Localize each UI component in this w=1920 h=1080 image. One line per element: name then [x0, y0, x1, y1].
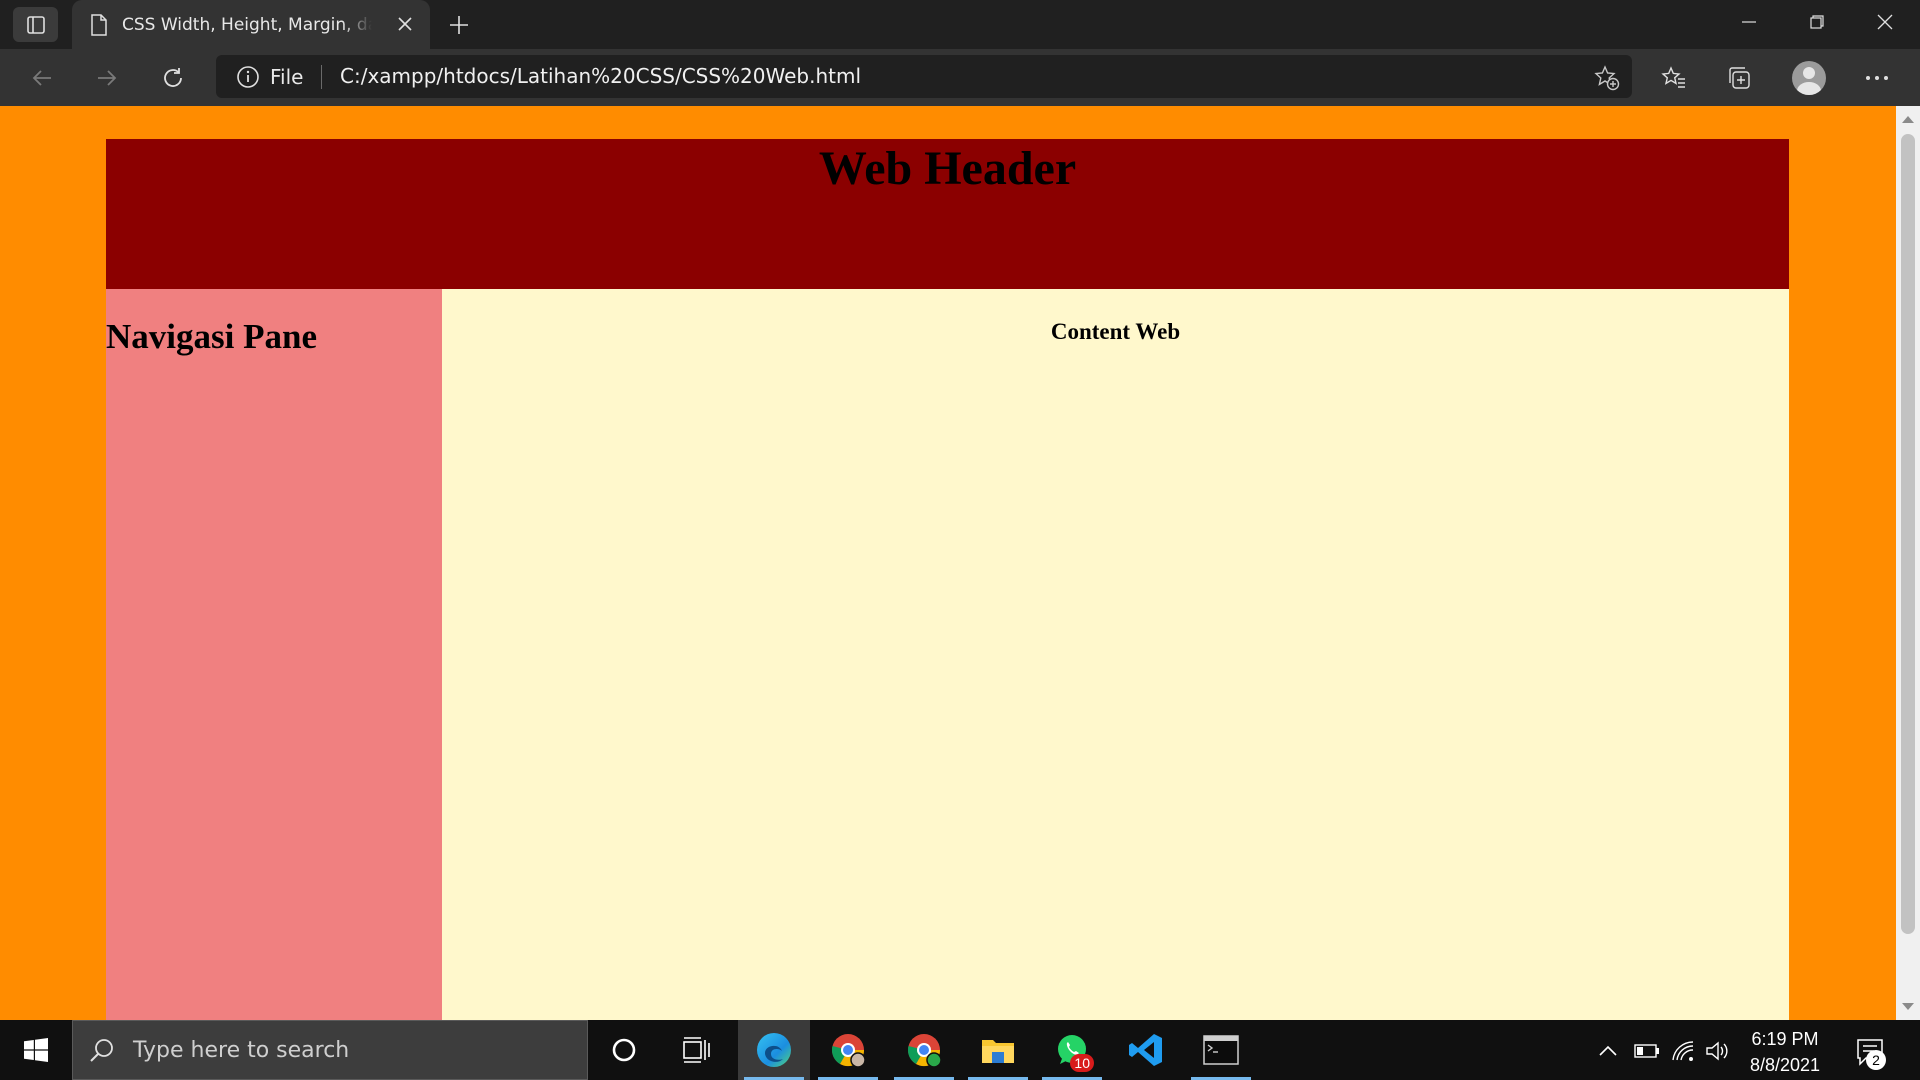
restore-button[interactable] [1783, 0, 1851, 44]
file-scheme-label: File [270, 65, 304, 89]
volume-button[interactable] [1702, 1036, 1732, 1066]
close-icon [398, 17, 412, 31]
scroll-down-arrow[interactable] [1902, 1003, 1914, 1010]
back-button[interactable] [21, 57, 63, 99]
taskbar-search-box[interactable]: Type here to search [72, 1020, 588, 1080]
arrow-right-icon [98, 70, 117, 86]
close-window-button[interactable] [1851, 0, 1919, 44]
chrome-icon [831, 1034, 866, 1068]
browser-toolbar: File C:/xampp/htdocs/Latihan%20CSS/CSS%2… [0, 49, 1920, 106]
task-view-button[interactable] [660, 1020, 732, 1080]
search-icon [90, 1039, 113, 1062]
edge-icon [757, 1033, 791, 1067]
battery-icon [1634, 1044, 1659, 1058]
refresh-button[interactable] [152, 57, 194, 99]
forward-button[interactable] [86, 57, 128, 99]
tab-actions-icon [26, 15, 45, 34]
chevron-up-icon [1599, 1045, 1617, 1056]
taskbar-file-explorer[interactable] [962, 1020, 1034, 1080]
taskbar-edge[interactable] [738, 1020, 810, 1080]
cortana-icon [612, 1038, 636, 1062]
tab-active[interactable]: CSS Width, Height, Margin, dan Padding [72, 0, 430, 49]
refresh-icon [164, 68, 182, 87]
vertical-scrollbar[interactable] [1896, 106, 1920, 1020]
task-view-icon [683, 1037, 710, 1063]
more-options-button[interactable] [1856, 57, 1898, 99]
start-button[interactable] [0, 1020, 72, 1080]
minimize-icon [1742, 21, 1756, 23]
system-clock[interactable]: 6:19 PM 8/8/2021 [1740, 1026, 1830, 1078]
taskbar-whatsapp[interactable]: 10 [1036, 1020, 1108, 1080]
page-icon [91, 13, 107, 36]
clock-date: 8/8/2021 [1749, 1055, 1821, 1075]
terminal-icon [1203, 1035, 1239, 1065]
tab-title: CSS Width, Height, Margin, dan Padding [122, 14, 372, 35]
page-viewport: Web Header Navigasi Pane Content Web [0, 106, 1896, 1020]
scroll-thumb[interactable] [1901, 134, 1915, 934]
avatar [1792, 61, 1826, 95]
web-header-title: Web Header [818, 142, 1077, 195]
whatsapp-badge: 10 [1070, 1054, 1094, 1072]
windows-icon [24, 1038, 48, 1062]
taskbar-chrome-profile[interactable] [812, 1020, 884, 1080]
title-bar: CSS Width, Height, Margin, dan Padding [0, 0, 1920, 49]
clock-time: 6:19 PM [1751, 1029, 1819, 1049]
favorites-icon [1661, 66, 1685, 88]
taskbar-vscode[interactable] [1110, 1020, 1182, 1080]
navigation-pane: Navigasi Pane [106, 289, 442, 1020]
close-icon [1877, 14, 1893, 30]
show-hidden-icons-button[interactable] [1593, 1036, 1623, 1066]
star-add-icon [1594, 65, 1620, 91]
search-placeholder: Type here to search [133, 1037, 350, 1063]
info-icon [237, 66, 259, 88]
navigation-pane-title: Navigasi Pane [106, 317, 317, 356]
plus-icon [450, 16, 468, 34]
vscode-icon [1129, 1034, 1162, 1066]
tab-actions-button[interactable] [13, 7, 58, 42]
content-pane: Content Web [442, 289, 1789, 1020]
taskbar: Type here to search 10 6:19 PM 8/8/2021 … [0, 1020, 1920, 1080]
chrome-icon [907, 1034, 942, 1068]
tab-close-button[interactable] [394, 13, 416, 35]
url-text[interactable]: C:/xampp/htdocs/Latihan%20CSS/CSS%20Web.… [340, 64, 861, 88]
collections-button[interactable] [1719, 57, 1761, 99]
collections-icon [1729, 67, 1750, 89]
profile-button[interactable] [1788, 57, 1830, 99]
taskbar-terminal[interactable] [1185, 1020, 1257, 1080]
network-button[interactable] [1668, 1036, 1698, 1066]
favorites-button[interactable] [1653, 57, 1695, 99]
new-tab-button[interactable] [444, 10, 474, 40]
add-favorite-button[interactable] [1592, 63, 1622, 93]
scroll-up-arrow[interactable] [1902, 116, 1914, 123]
minimize-button[interactable] [1715, 0, 1783, 44]
action-center-button[interactable]: 2 [1850, 1032, 1890, 1072]
wifi-icon [1672, 1041, 1694, 1061]
taskbar-chrome-dev[interactable] [888, 1020, 960, 1080]
arrow-left-icon [32, 70, 51, 86]
more-icon [1866, 76, 1888, 80]
site-info-button[interactable]: File [236, 65, 303, 89]
web-header: Web Header [106, 139, 1789, 289]
battery-button[interactable] [1632, 1036, 1662, 1066]
address-bar[interactable]: File C:/xampp/htdocs/Latihan%20CSS/CSS%2… [216, 55, 1632, 98]
address-separator [321, 65, 322, 89]
content-title: Content Web [1050, 319, 1181, 344]
restore-icon [1810, 15, 1824, 29]
cortana-button[interactable] [588, 1020, 660, 1080]
folder-icon [982, 1040, 1014, 1063]
notification-badge: 2 [1866, 1050, 1886, 1070]
speaker-icon [1706, 1041, 1728, 1061]
